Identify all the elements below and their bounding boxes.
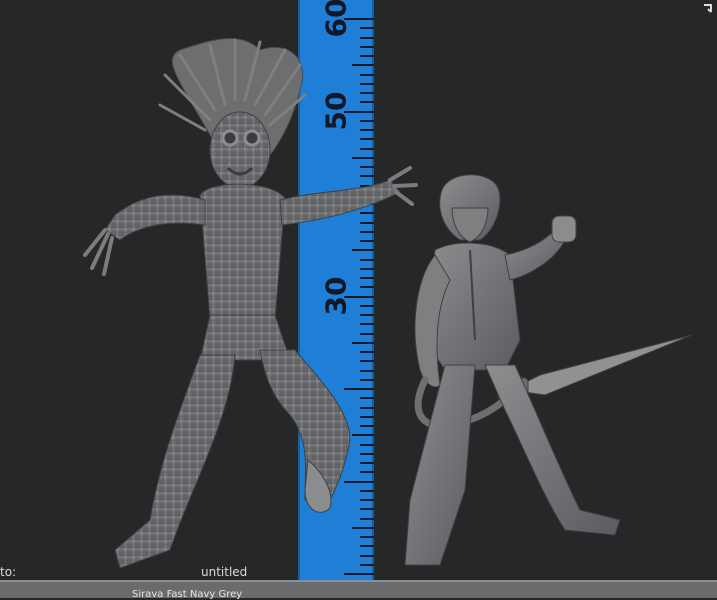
status-center-text: untitled (201, 565, 248, 579)
model-tab-label[interactable]: Sirava Fast Navy Grey (132, 589, 242, 600)
status-bar (0, 580, 717, 598)
monster-sculpt[interactable] (60, 20, 420, 580)
rotate-arrow-icon[interactable] (701, 2, 715, 16)
status-left-text: to: (0, 565, 17, 579)
swordsman-sculpt[interactable] (380, 170, 710, 580)
3d-viewport[interactable]: 60 50 30 to: untitled (0, 0, 717, 580)
